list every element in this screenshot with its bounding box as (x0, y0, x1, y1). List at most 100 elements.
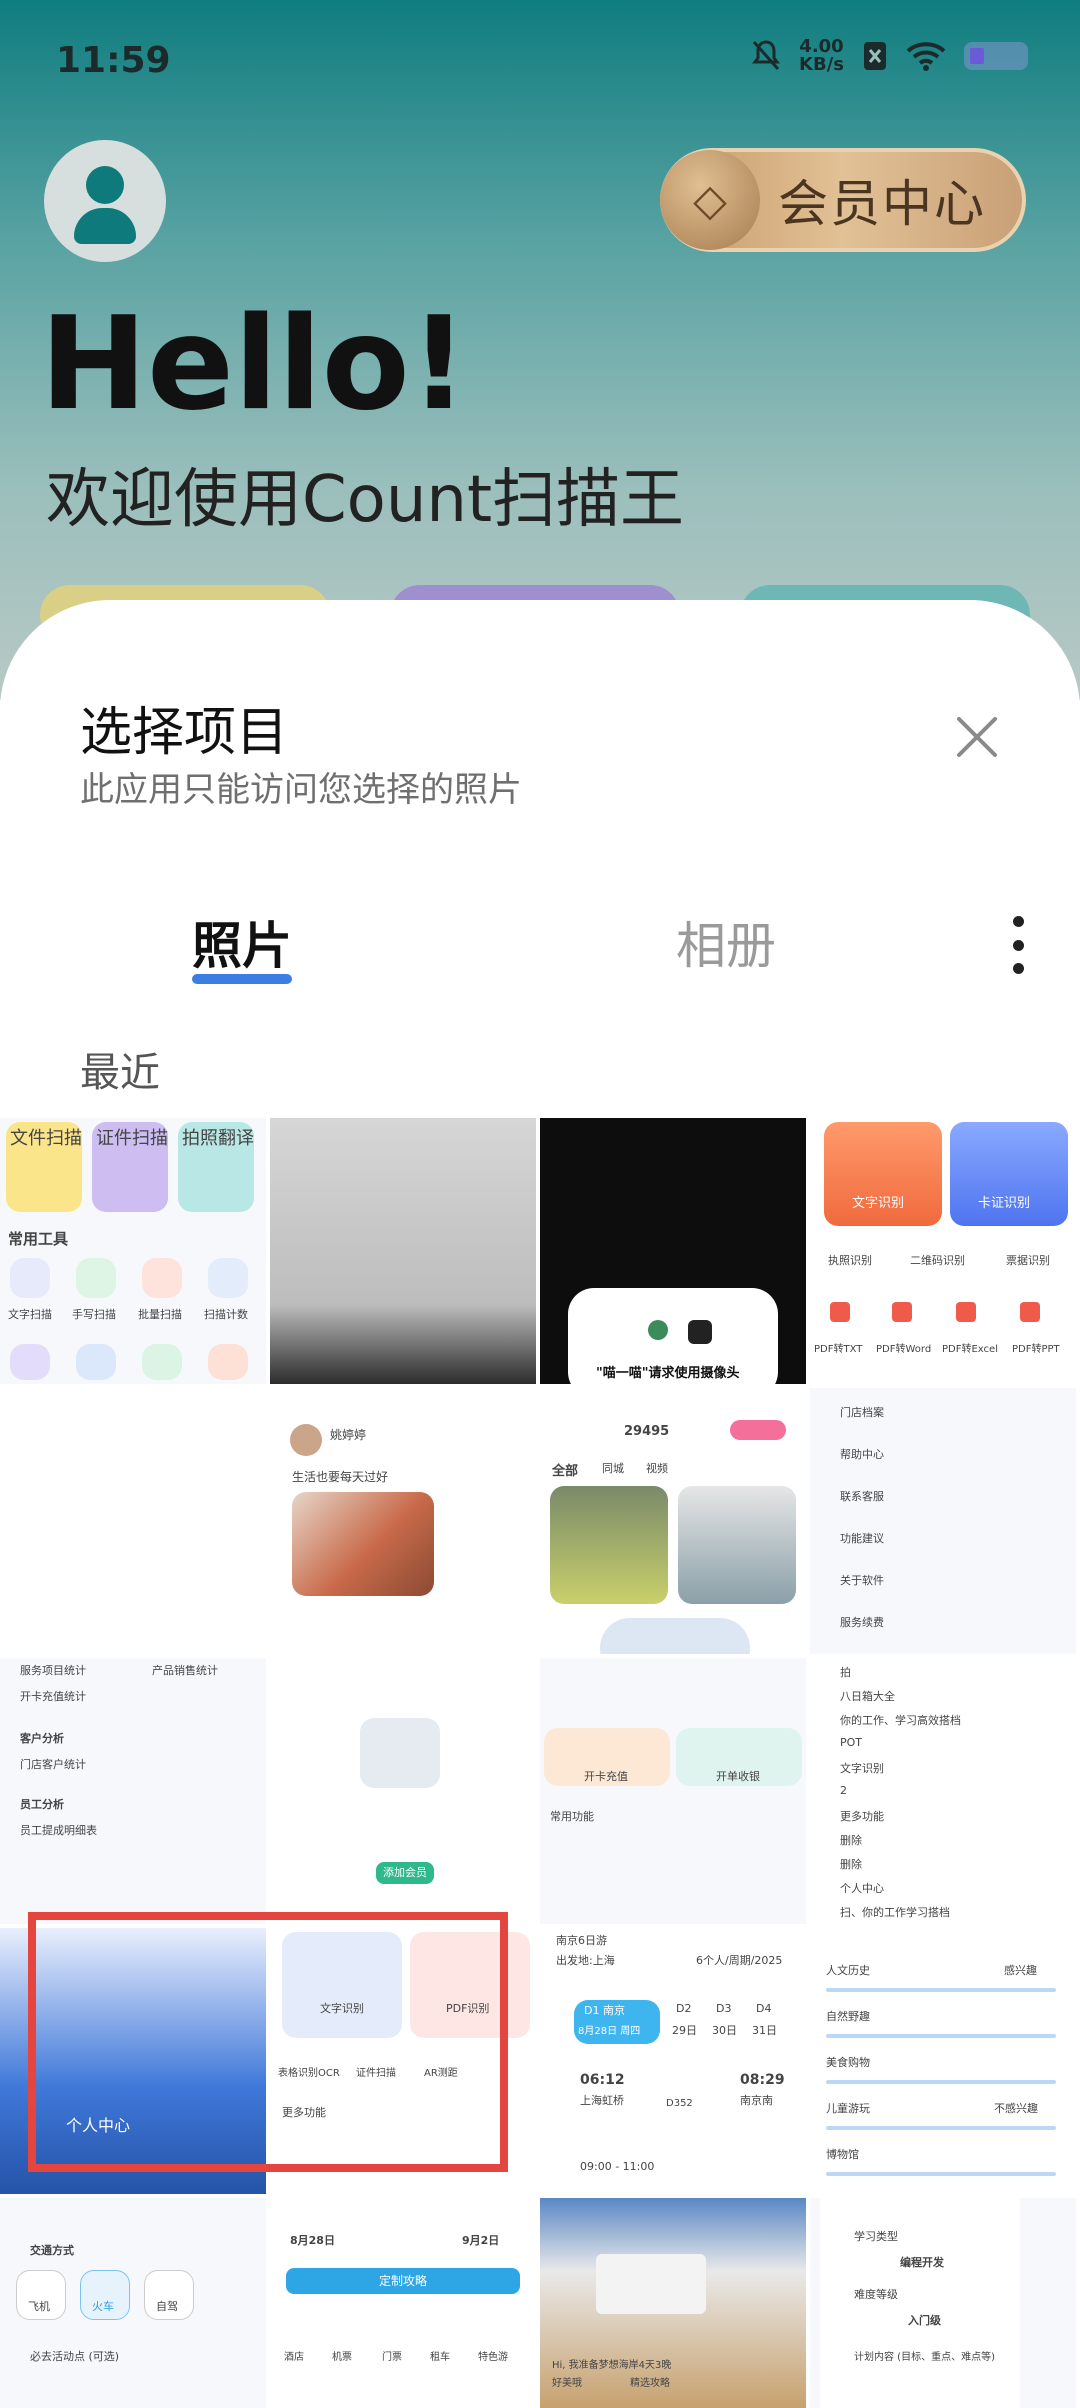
photo-thumbnail[interactable]: 人文历史 感兴趣 自然野趣 美食购物 儿童游玩 不感兴趣 博物馆 (810, 1928, 1076, 2194)
thumb-text: AR测距 (424, 2068, 458, 2079)
photo-thumbnail[interactable]: 文件扫描 证件扫描 拍照翻译 常用工具 文字扫描 手写扫描 批量扫描 扫描计数 (0, 1118, 266, 1384)
thumb-text: 06:12 (580, 2072, 625, 2088)
thumb-text: 29日 (672, 2024, 697, 2037)
photo-thumbnail[interactable]: 南京6日游 出发地:上海 6个人/周期/2025 D1 南京 8月28日 周四 … (540, 1928, 806, 2194)
close-button[interactable] (946, 706, 1008, 768)
photo-thumbnail[interactable]: 交通方式 飞机 火车 自驾 必去活动点 (可选) (0, 2198, 266, 2408)
thumb-text: 文字识别 (852, 1196, 905, 1211)
thumb-text: 表格识别OCR (278, 2068, 340, 2079)
thumb-text: 美食购物 (826, 2056, 870, 2069)
photo-thumbnail[interactable]: 开卡充值 开单收银 常用功能 (540, 1658, 806, 1924)
thumb-text: 南京6日游 (556, 1934, 607, 1947)
thumb-text: 30日 (712, 2024, 737, 2037)
photo-thumbnail[interactable]: 文字识别 卡证识别 执照识别 二维码识别 票据识别 PDF转TXT PDF转Wo… (810, 1118, 1076, 1384)
status-bar: 11:59 4.00 KB/s (0, 30, 1080, 100)
photo-thumbnail[interactable]: 添加会员 (270, 1658, 536, 1924)
thumb-text: 博物馆 (826, 2148, 859, 2161)
thumb-text: 不感兴趣 (994, 2102, 1038, 2115)
thumb-text: 视频 (646, 1462, 668, 1475)
thumb-text: PDF转Word (876, 1344, 932, 1355)
thumb-text: 常用功能 (550, 1810, 594, 1823)
thumb-text: 删除 (840, 1858, 862, 1871)
thumb-text: 二维码识别 (910, 1254, 965, 1267)
thumb-text: 学习类型 (854, 2230, 898, 2243)
thumb-text: 酒店 (284, 2352, 304, 2363)
background-app: 11:59 4.00 KB/s ◇ 会员中心 Hello! 欢迎使用Count扫… (0, 0, 1080, 700)
mute-icon (752, 40, 781, 70)
section-recent: 最近 (80, 1050, 160, 1096)
thumb-text: 31日 (752, 2024, 777, 2037)
thumb-text: 开单收银 (716, 1770, 760, 1783)
thumb-text: 开卡充值 (584, 1770, 628, 1783)
thumb-text: 拍照翻译 (182, 1128, 254, 1149)
photo-thumbnail[interactable]: 服务项目统计 产品销售统计 开卡充值统计 客户分析 门店客户统计 员工分析 员工… (0, 1658, 266, 1924)
status-time: 11:59 (56, 40, 171, 81)
thumb-text: 09:00 - 11:00 (580, 2160, 655, 2173)
photo-thumbnail[interactable]: "喵一喵"请求使用摄像头 (540, 1118, 806, 1384)
thumb-text: 扫描计数 (204, 1308, 248, 1321)
thumb-text: 关于软件 (840, 1574, 884, 1587)
photo-thumbnail[interactable]: Hi, 我准备梦想海岸4天3晚 好美哦 精选攻略 (540, 2198, 806, 2408)
thumb-text: 感兴趣 (1004, 1964, 1037, 1977)
avatar-body-shape (74, 208, 136, 244)
tab-photos[interactable]: 照片 (192, 906, 292, 978)
thumb-text: 个人中心 (840, 1882, 884, 1895)
thumb-text: 上海虹桥 (580, 2094, 624, 2107)
thumb-text: 6个人/周期/2025 (696, 1954, 783, 1967)
photo-thumbnail[interactable]: 文字识别 PDF识别 表格识别OCR 证件扫描 AR测距 更多功能 (270, 1928, 536, 2194)
thumb-text: 08:29 (740, 2072, 785, 2088)
sim-off-icon (864, 42, 886, 70)
more-options-icon[interactable] (1000, 916, 1036, 974)
thumb-text: 飞机 (28, 2300, 50, 2313)
net-speed-unit: KB/s (799, 54, 844, 75)
thumb-text: 精选攻略 (630, 2378, 670, 2389)
thumb-text: 全部 (552, 1464, 579, 1479)
thumb-text: 自然野趣 (826, 2010, 870, 2023)
thumb-text: 机票 (332, 2352, 352, 2363)
thumb-text: 必去活动点 (可选) (30, 2350, 120, 2363)
thumb-text: 帮助中心 (840, 1448, 884, 1461)
thumb-text: 火车 (92, 2300, 114, 2313)
thumb-text: 编程开发 (900, 2256, 944, 2269)
thumb-text: 文字识别 (840, 1762, 884, 1775)
tab-albums[interactable]: 相册 (676, 906, 776, 978)
photo-thumbnail[interactable]: 姚婷婷 生活也要每天过好 (270, 1388, 536, 1654)
thumb-text: D3 (716, 2002, 732, 2015)
thumb-text: 拍 (840, 1666, 851, 1679)
thumb-text: D4 (756, 2002, 772, 2015)
thumb-text: 批量扫描 (138, 1308, 182, 1321)
avatar-head-shape (86, 166, 124, 204)
thumb-text: 开卡充值统计 (20, 1690, 86, 1703)
thumb-text: 服务项目统计 (20, 1664, 86, 1677)
photo-thumbnail[interactable] (0, 1388, 266, 1654)
thumb-text: PDF识别 (446, 2002, 490, 2015)
thumb-text: 自驾 (156, 2300, 178, 2313)
thumb-text: 8月28日 周四 (578, 2026, 641, 2037)
photo-thumbnail[interactable]: 学习类型 编程开发 难度等级 入门级 计划内容 (目标、重点、难点等) (810, 2198, 1076, 2408)
thumb-text: 更多功能 (282, 2106, 326, 2119)
thumb-text: 文字识别 (320, 2002, 364, 2015)
photo-thumbnail[interactable] (270, 1118, 536, 1384)
photo-thumbnail[interactable]: 个人中心 (0, 1928, 266, 2194)
net-speed: 4.00 KB/s (799, 38, 844, 74)
thumb-text: 八日箱大全 (840, 1690, 895, 1703)
thumb-text: 难度等级 (854, 2288, 898, 2301)
thumb-text: 服务续费 (840, 1616, 884, 1629)
thumb-text: 功能建议 (840, 1532, 884, 1545)
thumb-text: 入门级 (908, 2314, 941, 2327)
thumb-text: 你的工作、学习高效搭档 (840, 1714, 961, 1727)
thumb-text: 门店档案 (840, 1406, 884, 1419)
thumb-text: 好美哦 (552, 2378, 582, 2389)
thumb-text: D2 (676, 2002, 692, 2015)
thumb-text: 常用工具 (8, 1230, 69, 1248)
thumb-text: 扫、你的工作学习搭档 (840, 1906, 950, 1919)
thumb-text: 定制攻略 (286, 2268, 520, 2294)
photo-thumbnail[interactable]: 拍 八日箱大全 你的工作、学习高效搭档 POT 文字识别 2 更多功能 删除 删… (810, 1658, 1076, 1924)
vip-center-button[interactable]: ◇ 会员中心 (660, 148, 1026, 252)
thumb-text: 儿童游玩 (826, 2102, 870, 2115)
avatar[interactable] (44, 140, 166, 262)
photo-thumbnail[interactable]: 29495 全部 同城 视频 (540, 1388, 806, 1654)
thumb-text: 联系客服 (840, 1490, 884, 1503)
photo-thumbnail[interactable]: 8月28日 9月2日 定制攻略 酒店 机票 门票 租车 特色游 (270, 2198, 536, 2408)
photo-thumbnail[interactable]: 门店档案 帮助中心 联系客服 功能建议 关于软件 服务续费 (810, 1388, 1076, 1654)
